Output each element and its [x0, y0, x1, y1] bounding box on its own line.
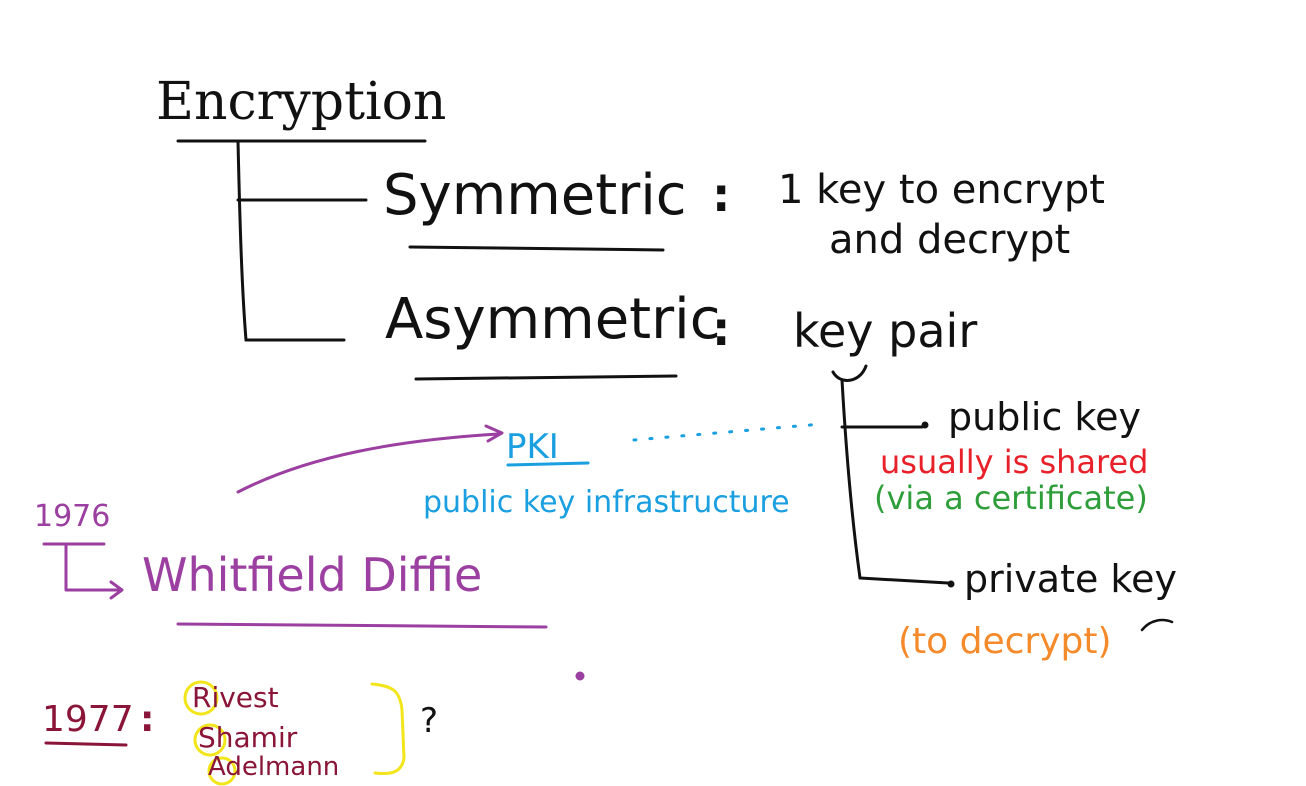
keypair-trunk [840, 378, 862, 580]
private-key-label: private key [964, 557, 1177, 601]
year-1977-colon: : [140, 699, 155, 740]
private-key-curl [1140, 618, 1174, 632]
symmetric-colon: : [712, 168, 731, 222]
hellmann-dot [575, 671, 585, 681]
public-key-dot [921, 421, 929, 429]
private-key-note: (to decrypt) [898, 621, 1112, 662]
keypair-label: key pair [793, 304, 978, 358]
adelmann-name: Adelmann [208, 752, 340, 782]
whiteboard-canvas: Encryption Symmetric : 1 key to encrypt … [0, 0, 1306, 786]
year-1976: 1976 [34, 499, 111, 534]
keypair-hook [831, 364, 868, 382]
title-encryption: Encryption [156, 72, 447, 132]
year-1977: 1977 [42, 699, 134, 740]
rsa-bracket [370, 682, 406, 776]
public-key-note-detail: (via a certificate) [874, 479, 1148, 517]
pki-full: public key infrastructure [423, 485, 790, 520]
private-key-dot [947, 580, 955, 588]
year-1977-underline [44, 741, 128, 747]
symmetric-label: Symmetric [383, 163, 687, 228]
tree-trunk [236, 139, 248, 342]
pki-abbr: PKI [506, 427, 559, 467]
shamir-name: Shamir [198, 721, 298, 754]
asymmetric-label: Asymmetric [385, 287, 721, 352]
asymmetric-underline [414, 374, 678, 381]
symmetric-description-line2: and decrypt [829, 217, 1071, 263]
private-key-branch [858, 576, 950, 585]
rivest-name: Rivest [192, 681, 279, 714]
diffie-underline [176, 622, 548, 629]
asymmetric-colon: : [712, 302, 731, 356]
public-key-label: public key [948, 395, 1141, 439]
symmetric-underline [408, 245, 665, 252]
pki-dotted-link [632, 422, 824, 442]
diffie-name: Whitfield Diffie [142, 548, 483, 602]
pki-arrow [236, 432, 500, 494]
public-key-note: usually is shared [880, 443, 1149, 481]
symmetric-description-line1: 1 key to encrypt [778, 167, 1105, 213]
rsa-question-mark: ? [420, 701, 439, 741]
